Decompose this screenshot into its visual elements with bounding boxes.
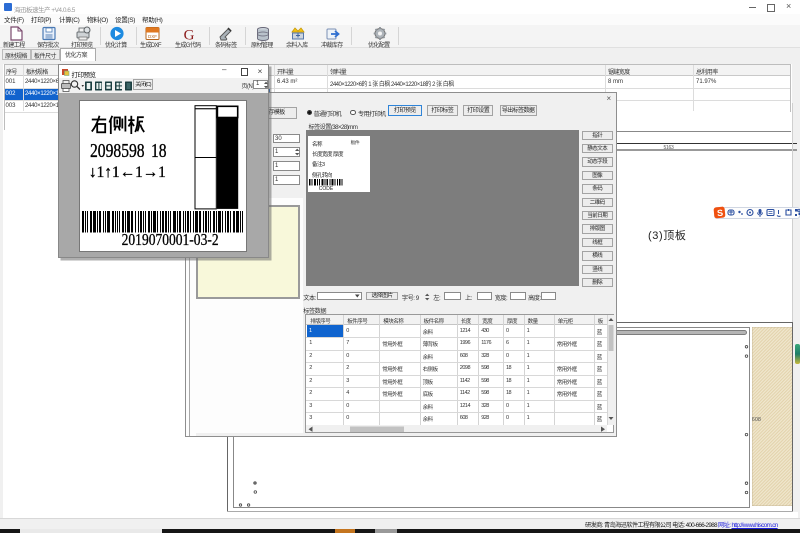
svg-text:DXF: DXF <box>148 34 157 39</box>
